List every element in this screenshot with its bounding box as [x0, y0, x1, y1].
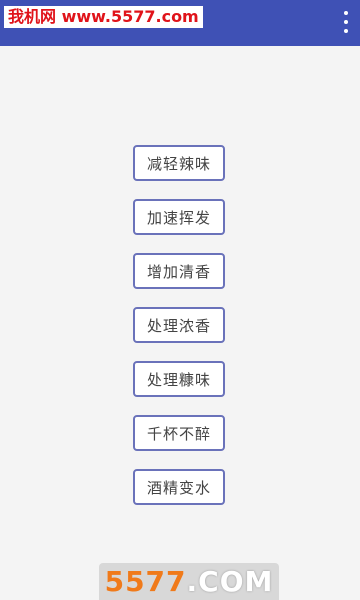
alcohol-to-water-button[interactable]: 酒精变水 — [133, 469, 225, 505]
process-bran-taste-button[interactable]: 处理糠味 — [133, 361, 225, 397]
site-watermark: 我机网 www.5577.com — [4, 6, 203, 28]
footer-watermark: 5577 .COM — [99, 563, 279, 600]
process-strong-aroma-button[interactable]: 处理浓香 — [133, 307, 225, 343]
overflow-menu-icon[interactable] — [338, 11, 354, 33]
speed-evaporation-button[interactable]: 加速挥发 — [133, 199, 225, 235]
reduce-spiciness-button[interactable]: 减轻辣味 — [133, 145, 225, 181]
watermark-domain: .COM — [186, 565, 274, 598]
menu-dot — [344, 20, 348, 24]
never-drunk-button[interactable]: 千杯不醉 — [133, 415, 225, 451]
add-fragrance-button[interactable]: 增加清香 — [133, 253, 225, 289]
menu-dot — [344, 29, 348, 33]
action-button-list: 减轻辣味 加速挥发 增加清香 处理浓香 处理糠味 千杯不醉 酒精变水 — [133, 145, 225, 523]
menu-dot — [344, 11, 348, 15]
watermark-number: 5577 — [104, 565, 187, 598]
app-bar: 我机网 www.5577.com — [0, 0, 360, 46]
